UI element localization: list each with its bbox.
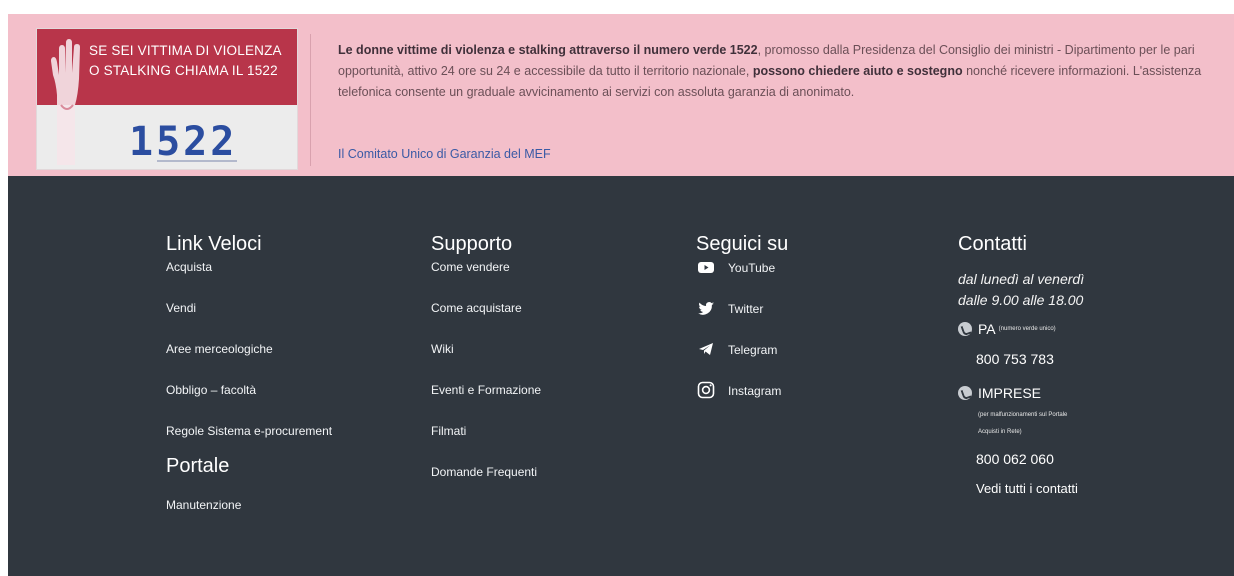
pa-label: PA bbox=[978, 321, 996, 337]
promo-line-2: O STALKING CHIAMA IL 1522 bbox=[89, 63, 278, 78]
banner-bold-2: possono chiedere aiuto e sostegno bbox=[752, 64, 963, 78]
promo-footer-line bbox=[157, 160, 237, 162]
link-veloci-list: Acquista Vendi Aree merceologiche Obblig… bbox=[166, 257, 332, 462]
pa-note: (numero verde unico) bbox=[998, 326, 1056, 332]
social-item-twitter[interactable]: Twitter bbox=[696, 298, 788, 339]
footer-col-contatti: Contatti dal lunedì al venerdì dalle 9.0… bbox=[958, 231, 1128, 496]
link-veloci-heading: Link Veloci bbox=[166, 233, 262, 255]
footer-link-manutenzione[interactable]: Manutenzione bbox=[166, 498, 241, 512]
site-footer: Link Veloci Acquista Vendi Aree merceolo… bbox=[8, 176, 1234, 576]
footer-link-obbligo-facolta[interactable]: Obbligo – facoltà bbox=[166, 383, 256, 397]
footer-col-portale: Portale Manutenzione bbox=[166, 453, 241, 536]
promo-number: 1522 bbox=[129, 119, 238, 165]
portale-heading: Portale bbox=[166, 455, 230, 477]
phone-icon bbox=[958, 386, 972, 400]
seguici-heading: Seguici su bbox=[696, 233, 789, 255]
footer-link-aree-merceologiche[interactable]: Aree merceologiche bbox=[166, 342, 273, 356]
youtube-icon bbox=[698, 262, 714, 273]
social-link-twitter[interactable]: Twitter bbox=[728, 298, 763, 320]
footer-link-filmati[interactable]: Filmati bbox=[431, 424, 466, 438]
contact-imprese: IMPRESE bbox=[958, 385, 1128, 401]
imprese-note: (per malfunzionamenti sul Portale Acquis… bbox=[978, 407, 1128, 441]
hand-icon bbox=[51, 39, 80, 165]
footer-link-eventi-formazione[interactable]: Eventi e Formazione bbox=[431, 383, 541, 397]
twitter-icon bbox=[698, 302, 714, 315]
footer-link-regole[interactable]: Regole Sistema e-procurement bbox=[166, 424, 332, 438]
footer-col-supporto: Supporto Come vendere Come acquistare Wi… bbox=[431, 231, 541, 503]
footer-link-acquista[interactable]: Acquista bbox=[166, 260, 212, 274]
opening-hours: dal lunedì al venerdì dalle 9.00 alle 18… bbox=[958, 269, 1128, 311]
social-link-instagram[interactable]: Instagram bbox=[728, 380, 781, 402]
hours-days: dal lunedì al venerdì bbox=[958, 271, 1085, 287]
phone-icon bbox=[958, 322, 972, 336]
footer-col-link-veloci: Link Veloci Acquista Vendi Aree merceolo… bbox=[166, 231, 332, 462]
social-link-youtube[interactable]: YouTube bbox=[728, 257, 775, 279]
imprese-number[interactable]: 800 062 060 bbox=[976, 451, 1128, 467]
footer-link-come-acquistare[interactable]: Come acquistare bbox=[431, 301, 522, 315]
social-list: YouTube Twitter Telegram Instagram bbox=[696, 257, 788, 421]
footer-link-come-vendere[interactable]: Come vendere bbox=[431, 260, 510, 274]
hours-time: dalle 9.00 alle 18.00 bbox=[958, 292, 1084, 308]
contact-pa: PA (numero verde unico) bbox=[958, 321, 1128, 337]
social-link-telegram[interactable]: Telegram bbox=[728, 339, 777, 361]
banner-bold-1: Le donne vittime di violenza e stalking … bbox=[338, 43, 758, 57]
portale-list: Manutenzione bbox=[166, 495, 241, 536]
contatti-heading: Contatti bbox=[958, 233, 1027, 255]
banner-description: Le donne vittime di violenza e stalking … bbox=[338, 40, 1218, 103]
pa-number[interactable]: 800 753 783 bbox=[976, 351, 1128, 367]
telegram-icon bbox=[699, 343, 713, 355]
social-item-instagram[interactable]: Instagram bbox=[696, 380, 788, 421]
promo-line-1: SE SEI VITTIMA DI VIOLENZA bbox=[89, 43, 282, 58]
social-item-telegram[interactable]: Telegram bbox=[696, 339, 788, 380]
social-item-youtube[interactable]: YouTube bbox=[696, 257, 788, 298]
imprese-note-line-2: Acquisti in Rete) bbox=[978, 429, 1022, 435]
imprese-note-line-1: (per malfunzionamenti sul Portale bbox=[978, 412, 1068, 418]
banner-divider bbox=[310, 34, 311, 166]
supporto-heading: Supporto bbox=[431, 233, 513, 255]
helpline-1522-image[interactable]: SE SEI VITTIMA DI VIOLENZA O STALKING CH… bbox=[36, 28, 298, 170]
cug-mef-link[interactable]: Il Comitato Unico di Garanzia del MEF bbox=[338, 147, 551, 161]
footer-col-seguici: Seguici su YouTube Twitter Telegram Inst… bbox=[696, 231, 788, 421]
all-contacts-link[interactable]: Vedi tutti i contatti bbox=[976, 481, 1128, 496]
imprese-label: IMPRESE bbox=[978, 385, 1042, 401]
footer-link-vendi[interactable]: Vendi bbox=[166, 301, 196, 315]
supporto-list: Come vendere Come acquistare Wiki Eventi… bbox=[431, 257, 541, 503]
violence-helpline-banner: SE SEI VITTIMA DI VIOLENZA O STALKING CH… bbox=[8, 14, 1234, 176]
footer-link-domande-frequenti[interactable]: Domande Frequenti bbox=[431, 465, 537, 479]
footer-link-wiki[interactable]: Wiki bbox=[431, 342, 454, 356]
instagram-icon bbox=[697, 381, 715, 399]
